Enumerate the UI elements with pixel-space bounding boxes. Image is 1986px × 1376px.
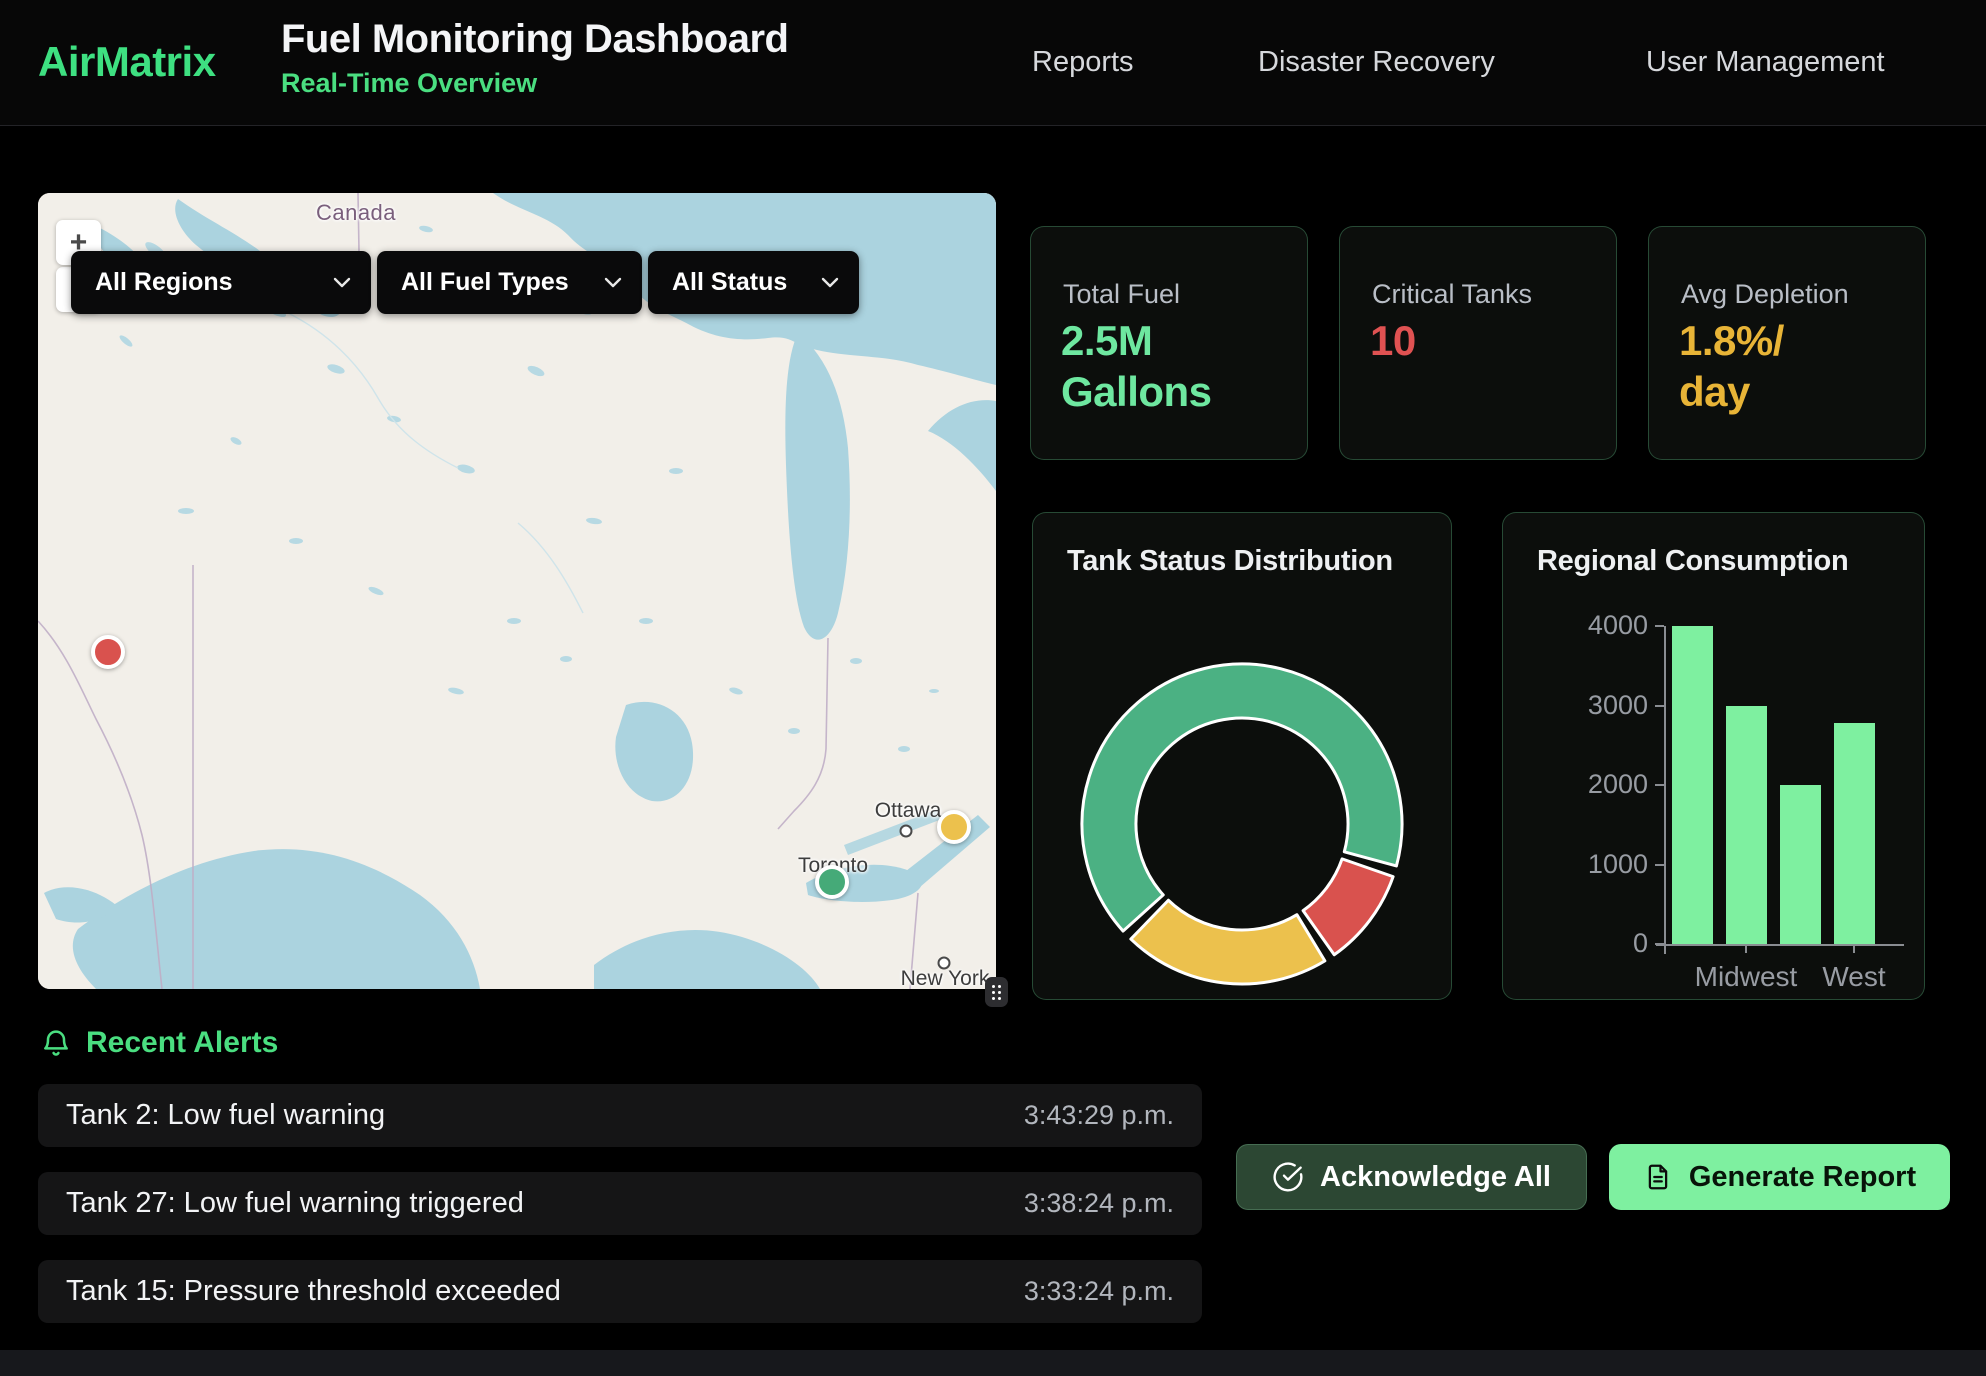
filter-regions-select[interactable]: All Regions — [71, 251, 371, 314]
y-tick-mark — [1655, 625, 1664, 627]
map-marker-critical[interactable] — [91, 635, 125, 669]
stat-card-critical-tanks: Critical Tanks 10 — [1339, 226, 1617, 460]
document-icon — [1643, 1162, 1673, 1192]
nav-reports[interactable]: Reports — [1032, 46, 1134, 79]
y-tick-mark — [1655, 864, 1664, 866]
x-tick-label: West — [1774, 961, 1934, 993]
acknowledge-all-button[interactable]: Acknowledge All — [1236, 1144, 1587, 1210]
stat-label: Avg Depletion — [1681, 279, 1849, 310]
chevron-down-icon — [821, 277, 839, 289]
app-header: AirMatrix Fuel Monitoring Dashboard Real… — [0, 0, 1986, 126]
bar — [1780, 785, 1821, 944]
bar — [1834, 723, 1875, 944]
stat-label: Critical Tanks — [1372, 279, 1532, 310]
generate-report-label: Generate Report — [1689, 1161, 1916, 1194]
filter-fuel-types-select[interactable]: All Fuel Types — [377, 251, 642, 314]
y-tick-label: 2000 — [1508, 769, 1648, 800]
regional-consumption-chart-card: Regional Consumption 01000200030004000Mi… — [1502, 512, 1925, 1000]
drag-handle-icon[interactable] — [985, 977, 1008, 1007]
bell-icon — [40, 1027, 72, 1059]
alert-row[interactable]: Tank 2: Low fuel warning 3:43:29 p.m. — [38, 1084, 1202, 1147]
nav-user-management[interactable]: User Management — [1646, 46, 1885, 79]
check-circle-icon — [1272, 1161, 1304, 1193]
page-subtitle: Real-Time Overview — [281, 68, 788, 99]
alert-text: Tank 2: Low fuel warning — [66, 1099, 385, 1132]
alert-time: 3:38:24 p.m. — [1024, 1188, 1174, 1219]
filter-status-label: All Status — [672, 268, 787, 297]
stat-value-line: 1.8%/ — [1679, 315, 1879, 366]
alerts-header: Recent Alerts — [40, 1026, 278, 1060]
alerts-title: Recent Alerts — [86, 1026, 278, 1060]
bar — [1672, 626, 1713, 944]
fuel-monitoring-dashboard: AirMatrix Fuel Monitoring Dashboard Real… — [0, 0, 1986, 1376]
donut-segment-critical — [1303, 859, 1393, 955]
stat-value-line: Gallons — [1061, 366, 1261, 417]
y-tick-mark — [1655, 705, 1664, 707]
title-block: Fuel Monitoring Dashboard Real-Time Over… — [281, 17, 788, 99]
town-symbol-ottawa — [900, 825, 913, 838]
alert-text: Tank 27: Low fuel warning triggered — [66, 1187, 524, 1220]
stat-value: 10 — [1370, 315, 1570, 366]
chevron-down-icon — [604, 277, 622, 289]
stat-label: Total Fuel — [1063, 279, 1180, 310]
acknowledge-all-label: Acknowledge All — [1320, 1161, 1551, 1194]
chevron-down-icon — [333, 277, 351, 289]
nav-disaster-recovery[interactable]: Disaster Recovery — [1258, 46, 1495, 79]
filter-status-select[interactable]: All Status — [648, 251, 859, 314]
donut-segment-warning — [1131, 900, 1325, 984]
stat-value: 1.8%/ day — [1679, 315, 1879, 417]
alert-time: 3:33:24 p.m. — [1024, 1276, 1174, 1307]
stat-card-total-fuel: Total Fuel 2.5M Gallons — [1030, 226, 1308, 460]
map-filters: All Regions All Fuel Types All Status — [71, 251, 859, 314]
y-tick-label: 0 — [1508, 928, 1648, 959]
alert-time: 3:43:29 p.m. — [1024, 1100, 1174, 1131]
footer-strip — [0, 1350, 1986, 1376]
x-tick-mark — [1745, 944, 1747, 953]
y-tick-label: 1000 — [1508, 849, 1648, 880]
alert-row[interactable]: Tank 27: Low fuel warning triggered 3:38… — [38, 1172, 1202, 1235]
bar-chart: 01000200030004000MidwestWest — [1503, 513, 1924, 999]
stat-value-line: 10 — [1370, 315, 1570, 366]
donut-chart — [1033, 513, 1451, 999]
alert-row[interactable]: Tank 15: Pressure threshold exceeded 3:3… — [38, 1260, 1202, 1323]
stat-value: 2.5M Gallons — [1061, 315, 1261, 417]
x-axis-line — [1656, 944, 1904, 946]
filter-regions-label: All Regions — [95, 268, 233, 297]
y-tick-label: 4000 — [1508, 610, 1648, 641]
bar — [1726, 706, 1767, 945]
map-marker-warning[interactable] — [937, 810, 971, 844]
y-axis-line — [1664, 626, 1666, 954]
generate-report-button[interactable]: Generate Report — [1609, 1144, 1950, 1210]
y-tick-label: 3000 — [1508, 690, 1648, 721]
map-panel: Canada Ottawa Toronto New York + All Reg… — [38, 193, 996, 989]
filter-fuel-types-label: All Fuel Types — [401, 268, 569, 297]
app-logo[interactable]: AirMatrix — [38, 38, 216, 86]
stat-value-line: day — [1679, 366, 1879, 417]
x-tick-mark — [1853, 944, 1855, 953]
stat-value-line: 2.5M — [1061, 315, 1261, 366]
y-tick-mark — [1655, 784, 1664, 786]
y-tick-mark — [1655, 943, 1664, 945]
town-symbol-new-york — [938, 957, 951, 970]
page-title: Fuel Monitoring Dashboard — [281, 17, 788, 62]
alert-text: Tank 15: Pressure threshold exceeded — [66, 1275, 561, 1308]
tank-status-chart-card: Tank Status Distribution — [1032, 512, 1452, 1000]
stat-card-avg-depletion: Avg Depletion 1.8%/ day — [1648, 226, 1926, 460]
map-marker-normal[interactable] — [815, 865, 849, 899]
